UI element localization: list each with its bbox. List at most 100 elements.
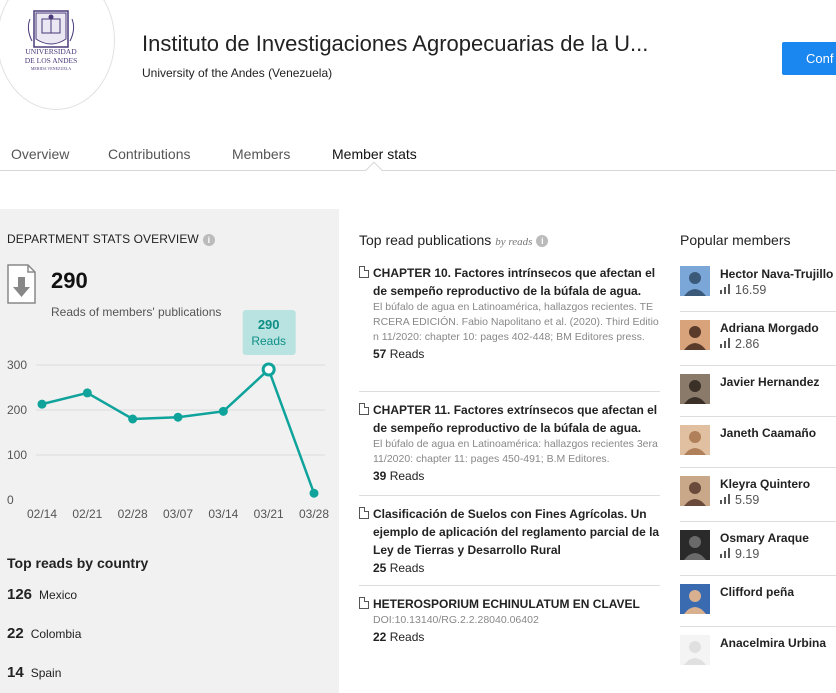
publications-heading-sub: by reads [495, 236, 533, 248]
logo-text: MERIDA VENEZUELA [31, 66, 71, 71]
publication-reads-label: Reads [389, 561, 425, 575]
avatar[interactable] [680, 266, 710, 296]
x-tick-label: 03/28 [299, 507, 329, 521]
divider [680, 365, 836, 366]
member-score-value: 9.19 [735, 547, 760, 561]
avatar[interactable] [680, 476, 710, 506]
avatar[interactable] [680, 530, 710, 560]
member-score: 5.59 [720, 493, 759, 507]
publication-reads: 25 Reads [373, 561, 660, 575]
document-icon [359, 597, 369, 609]
publication-title[interactable]: Clasificación de Suelos con Fines Agríco… [373, 505, 660, 559]
publication-meta: El búfalo de agua en Latinoamérica, hall… [373, 301, 659, 343]
divider [359, 495, 660, 496]
publication-title[interactable]: CHAPTER 11. Factores extrínsecos que afe… [373, 401, 660, 437]
publication-reads: 22 Reads [373, 630, 660, 644]
divider [680, 626, 836, 627]
logo-text: DE LOS ANDES [25, 56, 78, 65]
publications-heading-text: Top read publications [359, 232, 492, 248]
publication-reads: 39 Reads [373, 469, 660, 483]
chart-tooltip: 290 Reads [242, 310, 296, 355]
x-tick-label: 03/21 [254, 507, 284, 521]
document-icon [359, 507, 369, 519]
data-point[interactable] [173, 412, 183, 422]
download-icon [7, 264, 36, 304]
publication-title[interactable]: CHAPTER 10. Factores intrínsecos que afe… [373, 264, 660, 300]
avatar[interactable] [680, 425, 710, 455]
y-tick-label: 100 [7, 448, 27, 462]
publication-reads-count: 57 [373, 347, 387, 361]
member-item[interactable]: Kleyra Quintero 5.59 [680, 476, 836, 526]
data-point-highlighted[interactable] [261, 362, 276, 377]
divider [680, 467, 836, 468]
tab-bar: Overview Contributions Members Member st… [0, 128, 836, 171]
institution-title[interactable]: Instituto de Investigaciones Agropecuari… [142, 31, 648, 57]
member-name[interactable]: Janeth Caamaño [720, 426, 816, 440]
reads-line-chart: 0 100 200 300 02/14 02/21 02/28 03/07 03/14 03/21… [7, 310, 329, 521]
publication-reads-count: 22 [373, 630, 387, 644]
university-seal-icon: UNIVERSIDAD DE LOS ANDES MERIDA VENEZUEL… [25, 10, 78, 71]
avatar[interactable] [680, 635, 710, 665]
tab-overview[interactable]: Overview [11, 146, 69, 162]
data-point[interactable] [37, 399, 47, 409]
publication-reads-count: 25 [373, 561, 387, 575]
publication-title[interactable]: HETEROSPORIUM ECHINULATUM EN CLAVEL [373, 595, 660, 613]
member-name[interactable]: Clifford peña [720, 585, 794, 599]
document-icon [359, 266, 369, 278]
member-item[interactable]: Anacelmira Urbina [680, 635, 836, 685]
country-row: 14 Spain [7, 664, 61, 681]
member-name[interactable]: Adriana Morgado [720, 321, 819, 335]
country-count: 14 [7, 664, 24, 681]
avatar[interactable] [680, 320, 710, 350]
stats-bars-icon [720, 494, 730, 504]
members-heading: Popular members [680, 232, 791, 248]
divider [680, 575, 836, 576]
data-point[interactable] [128, 414, 138, 424]
member-name[interactable]: Osmary Araque [720, 531, 809, 545]
publication-reads-label: Reads [389, 630, 425, 644]
data-point[interactable] [309, 488, 319, 498]
x-tick-label: 02/28 [118, 507, 148, 521]
data-point[interactable] [218, 406, 228, 416]
country-name: Colombia [30, 627, 82, 641]
info-icon[interactable]: i [536, 235, 549, 248]
tab-member-stats[interactable]: Member stats [332, 146, 417, 162]
follow-button[interactable]: Conf [782, 42, 836, 75]
avatar[interactable] [680, 374, 710, 404]
institution-subtitle[interactable]: University of the Andes (Venezuela) [142, 66, 332, 80]
country-row: 126 Mexico [7, 586, 77, 603]
stats-bars-icon [720, 338, 730, 348]
divider [359, 391, 660, 392]
publication-reads-label: Reads [389, 347, 425, 361]
member-score-value: 2.86 [735, 337, 760, 351]
institution-logo[interactable]: UNIVERSIDAD DE LOS ANDES MERIDA VENEZUEL… [0, 0, 115, 110]
member-name[interactable]: Kleyra Quintero [720, 477, 810, 491]
tab-contributions[interactable]: Contributions [108, 146, 191, 162]
logo-text: UNIVERSIDAD [25, 47, 77, 56]
country-count: 22 [7, 625, 24, 642]
info-icon[interactable]: i [202, 233, 215, 246]
x-tick-label: 03/14 [208, 507, 238, 521]
member-name[interactable]: Javier Hernandez [720, 375, 819, 389]
publication-item: CHAPTER 10. Factores intrínsecos que afe… [359, 264, 660, 361]
member-name[interactable]: Hector Nava-Trujillo [720, 267, 833, 281]
stats-bars-icon [720, 284, 730, 294]
member-name[interactable]: Anacelmira Urbina [720, 636, 826, 650]
data-point[interactable] [82, 388, 92, 398]
page-header: UNIVERSIDAD DE LOS ANDES MERIDA VENEZUEL… [0, 0, 836, 125]
publication-reads-count: 39 [373, 469, 387, 483]
member-item[interactable]: Hector Nava-Trujillo 16.59 [680, 266, 836, 316]
publication-item: CHAPTER 11. Factores extrínsecos que afe… [359, 401, 660, 483]
publications-heading: Top read publications by reads i [359, 232, 549, 248]
y-tick-label: 300 [7, 358, 27, 372]
avatar[interactable] [680, 584, 710, 614]
publication-reads-label: Reads [389, 469, 425, 483]
tab-members[interactable]: Members [232, 146, 290, 162]
member-score-value: 5.59 [735, 493, 760, 507]
member-item[interactable]: Adriana Morgado 2.86 [680, 320, 836, 370]
tooltip-value: 290 [258, 317, 280, 332]
member-item[interactable]: Osmary Araque 9.19 [680, 530, 836, 580]
publication-meta: El búfalo de agua en Latinoamérica: hall… [373, 438, 658, 465]
stats-heading: DEPARTMENT STATS OVERVIEW i [7, 232, 215, 246]
stats-heading-text: DEPARTMENT STATS OVERVIEW [7, 232, 199, 246]
